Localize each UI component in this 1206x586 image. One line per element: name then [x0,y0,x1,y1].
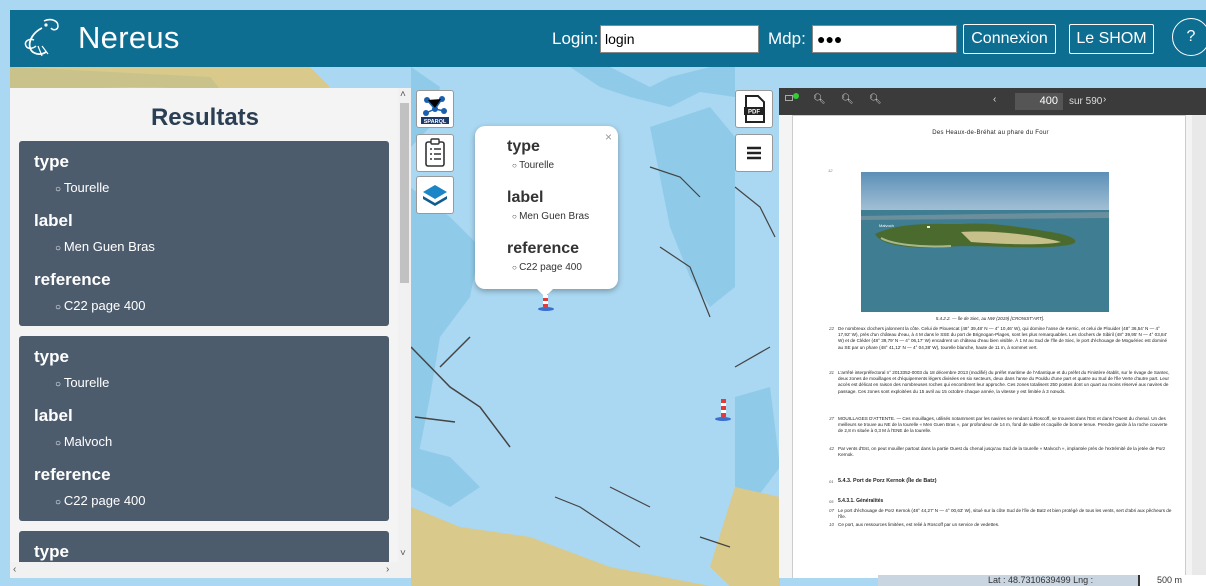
photo-margin-mark: 12 [828,168,833,173]
results-panel: Resultats type Tourelle label Men Guen B… [10,88,411,578]
password-input[interactable] [812,25,957,53]
paragraph-text: Le port d'échouage de Porz Kernok (48° 4… [838,508,1172,520]
pdf-paragraph: 42 Par vents d'Est, on peut mouiller part… [829,446,1173,458]
scroll-thumb[interactable] [400,103,409,283]
paragraph-num: 42 [829,446,835,451]
help-button[interactable]: ? [1172,18,1206,56]
sidebar-toggle-icon[interactable] [785,95,793,101]
paragraph-text: MOUILLAGES D'ATTENTE. — Ces mouillages, … [838,416,1168,434]
pdf-paragraph: 22 De nombreux clochers jalonnent la côte… [829,326,1173,351]
pdf-heading: Des Heaux-de-Bréhat au phare du Four [932,130,1049,136]
zoom-in-icon[interactable]: 🔍︎ [869,94,882,105]
type-label: type [34,347,69,366]
reference-label: reference [34,270,111,289]
paragraph-text: De nombreux clochers jalonnent la côte. … [838,326,1168,350]
pdf-text: PDF [748,110,760,116]
section-title: 5.4.3. Port de Porz Kernok (Île de Batz) [838,478,937,484]
pdf-paragraph: 37 MOUILLAGES D'ATTENTE. — Ces mouillages… [829,416,1173,435]
pdf-viewer: 🔍︎ 🔍︎ 🔍︎ ‹ 400 sur 590 › Des Heaux-de-Br… [779,88,1206,578]
subsection-num: 05 [829,499,834,504]
label-label: label [34,211,73,230]
results-title: Resultats [150,104,260,131]
prev-page-icon[interactable]: ‹ [993,94,996,105]
pdf-scrollbar[interactable] [1192,115,1206,578]
section-num: 01 [829,479,834,484]
pdf-paragraph: 07 Le port d'échouage de Porz Kernok (48°… [829,508,1173,520]
pdf-toolbar: 🔍︎ 🔍︎ 🔍︎ ‹ 400 sur 590 › [779,88,1206,115]
island-photo: Malvoch [861,172,1109,312]
pdf-icon: PDF [744,95,765,123]
coordinates-readout: Lat : 48.7310639499 Lng : -3.9693260193 [878,575,1138,586]
photo-annotation: Malvoch [879,223,894,228]
map-popup: × type Tourelle label Men Guen Bras refe… [475,126,618,297]
results-vertical-scrollbar[interactable]: ˄ ˅ [398,88,411,562]
reference-value: C22 page 400 [34,298,374,313]
popup-tip [536,288,554,297]
label-value: Men Guen Bras [34,239,374,254]
sparql-icon: SPARQL [421,96,449,125]
pdf-page: Des Heaux-de-Bréhat au phare du Four 12 … [792,115,1186,578]
popup-reference-label: reference [507,240,580,257]
shom-button[interactable]: Le SHOM [1069,24,1154,54]
scroll-left-icon[interactable]: ‹ [13,564,16,575]
app-header: Nereus Login: Mdp: Connexion Le SHOM ? [10,10,1206,67]
type-label: type [34,542,69,561]
page-total: sur 590 [1069,96,1103,107]
next-page-icon[interactable]: › [1103,94,1106,105]
reference-label: reference [34,465,111,484]
connect-button[interactable]: Connexion [963,24,1056,54]
sparql-button[interactable]: SPARQL [416,90,454,128]
page-number-input[interactable]: 400 [1015,93,1063,110]
results-horizontal-scrollbar[interactable]: ‹ › [10,562,411,578]
pdf-button[interactable]: PDF [735,90,773,128]
pdf-paragraph: 31 L'arrêté interpréfectoral n° 2013352-0… [829,370,1173,395]
sparql-text: SPARQL [424,119,447,125]
pdf-paragraph: 10 Ce port, aux ressources limitées, est … [829,522,1173,528]
clipboard-icon [425,138,445,167]
label-label: label [34,406,73,425]
paragraph-text: Par vents d'Est, on peut mouiller partou… [838,446,1166,458]
search-icon[interactable]: 🔍︎ [813,94,826,105]
map-scale: 500 m [1138,575,1206,586]
hamburger-menu-icon [747,146,761,160]
nereus-logo-icon [24,18,59,57]
paragraph-num: 22 [829,326,835,331]
login-input[interactable] [600,25,759,53]
popup-label-label: label [507,189,544,206]
paragraph-num: 31 [829,370,835,375]
photo-caption: 5.4.2.2. — Île de Siec, au NW (2019) [CR… [935,316,1045,321]
menu-button[interactable] [735,134,773,172]
popup-close-icon[interactable]: × [605,130,612,144]
status-dot-icon [793,93,799,99]
subsection-title: 5.4.3.1. Généralités [838,498,884,504]
type-value: Tourelle [34,180,374,195]
layers-icon [423,185,447,206]
paragraph-num: 37 [829,416,835,421]
label-value: Malvoch [34,434,374,449]
paragraph-text: L'arrêté interpréfectoral n° 2013352-000… [838,370,1170,394]
paragraph-text: Ce port, aux ressources limitées, est re… [838,522,1000,527]
popup-type-value: Tourelle [507,160,618,171]
popup-reference-value: C22 page 400 [507,262,618,273]
login-label: Login: [552,29,599,48]
layers-button[interactable] [416,176,454,214]
scroll-right-icon[interactable]: › [386,564,389,575]
result-card[interactable]: type Tourelle label Men Guen Bras refere… [19,141,389,326]
popup-type-label: type [507,138,540,155]
scroll-up-icon[interactable]: ˄ [400,89,406,100]
scroll-down-icon[interactable]: ˅ [400,548,406,559]
password-label: Mdp: [768,29,806,48]
clipboard-button[interactable] [416,134,454,172]
result-card[interactable]: type Tourelle label Malvoch reference C2… [19,336,389,521]
app-title: Nereus [78,20,180,55]
paragraph-num: 10 [829,522,835,527]
type-label: type [34,152,69,171]
type-value: Tourelle [34,375,374,390]
zoom-out-icon[interactable]: 🔍︎ [841,94,854,105]
paragraph-num: 07 [829,508,835,513]
reference-value: C22 page 400 [34,493,374,508]
popup-label-value: Men Guen Bras [507,211,618,222]
